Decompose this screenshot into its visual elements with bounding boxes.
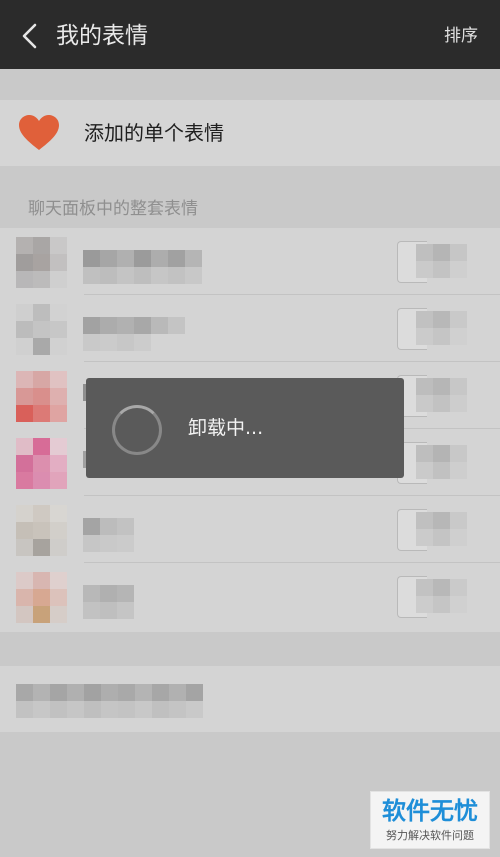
page-title: 我的表情 — [56, 23, 148, 49]
list-item[interactable] — [0, 563, 500, 630]
added-single-stickers-item[interactable]: 添加的单个表情 — [0, 100, 500, 166]
sticker-pack-thumbnail — [16, 505, 67, 556]
sort-button[interactable]: 排序 — [444, 22, 478, 50]
sticker-pack-thumbnail — [16, 237, 67, 288]
back-button[interactable] — [14, 18, 44, 54]
list-item[interactable] — [0, 496, 500, 563]
history-stickers-item[interactable] — [0, 666, 500, 732]
section-header: 聊天面板中的整套表情 — [28, 199, 198, 219]
pack-name-blurred — [83, 518, 134, 535]
pack-name-blurred — [83, 250, 202, 267]
sticker-pack-thumbnail — [16, 371, 67, 422]
watermark-title: 软件无忧 — [382, 797, 478, 825]
sticker-pack-thumbnail — [16, 572, 67, 623]
pack-name-blurred — [83, 585, 134, 602]
chevron-left-icon — [22, 23, 37, 49]
watermark-logo: 软件无忧 努力解决软件问题 — [370, 791, 490, 849]
spinner-icon — [112, 405, 162, 455]
sticker-pack-thumbnail — [16, 304, 67, 355]
watermark-subtitle: 努力解决软件问题 — [386, 829, 474, 842]
list-item[interactable] — [0, 228, 500, 295]
added-single-stickers-label: 添加的单个表情 — [84, 121, 224, 145]
item-label-blurred — [16, 684, 203, 718]
list-item[interactable] — [0, 295, 500, 362]
pack-name-blurred — [83, 317, 185, 334]
sticker-pack-thumbnail — [16, 438, 67, 489]
toast-message: 卸载中... — [188, 417, 264, 439]
top-bar: 我的表情 排序 — [0, 0, 500, 69]
heart-icon — [19, 115, 59, 150]
uninstall-loading-toast: 卸载中... — [86, 378, 404, 478]
